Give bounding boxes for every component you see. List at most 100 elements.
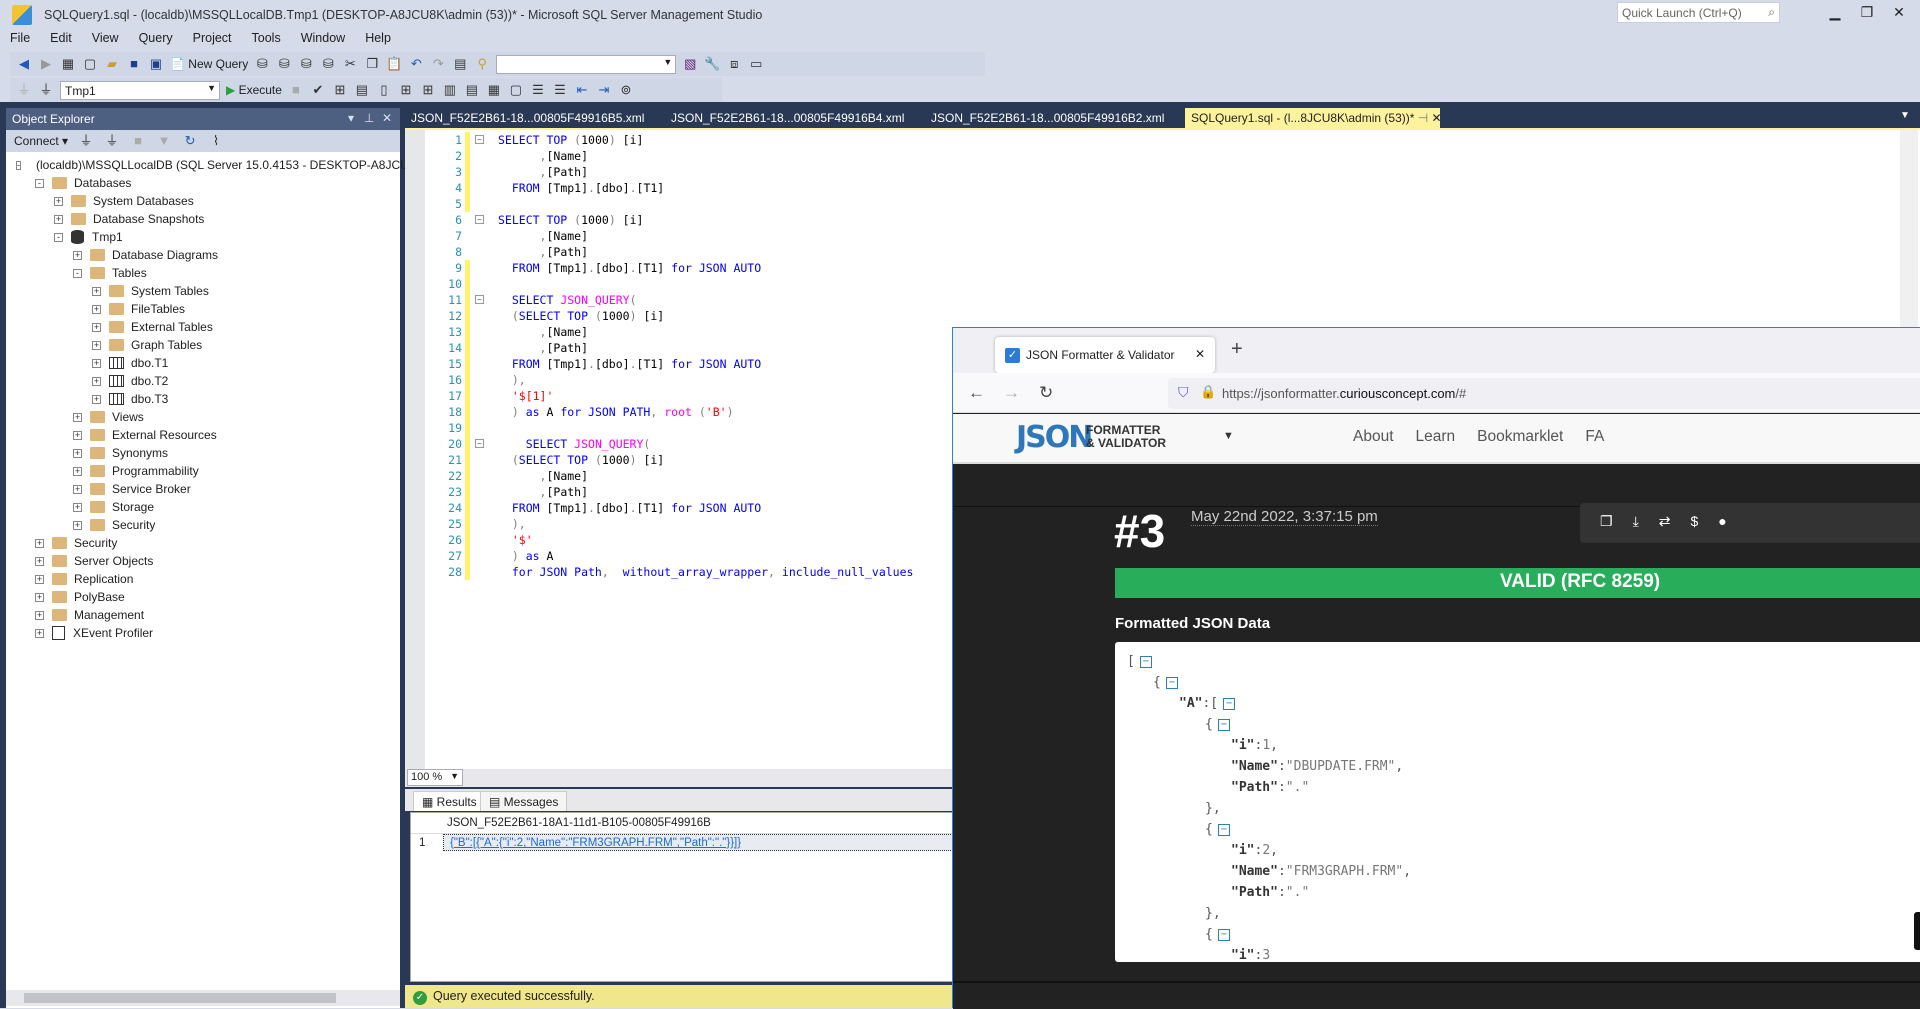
expand-icon[interactable]: + <box>35 574 44 584</box>
tree-item[interactable]: + Programmability <box>6 462 400 480</box>
tree-item[interactable]: + Replication <box>6 570 400 588</box>
tree-item[interactable]: + dbo.T1 <box>6 354 400 372</box>
tree-item[interactable]: + XEvent Profiler <box>6 624 400 642</box>
back-arrow-icon[interactable]: ← <box>968 383 985 403</box>
stop-icon[interactable]: ■ <box>288 82 304 98</box>
collapse-icon[interactable]: − <box>1217 823 1230 836</box>
menu-edit[interactable]: Edit <box>40 31 82 49</box>
tree-item[interactable]: + System Databases <box>6 192 400 210</box>
expand-icon[interactable]: + <box>92 394 101 404</box>
tree-item[interactable]: + External Tables <box>6 318 400 336</box>
refresh-icon[interactable]: ↻ <box>182 133 198 149</box>
close-tab-icon[interactable]: ✕ <box>1195 347 1205 361</box>
collapse-icon[interactable]: − <box>1223 697 1236 710</box>
tree-item[interactable]: + PolyBase <box>6 588 400 606</box>
collapse-icon[interactable]: − <box>475 135 484 144</box>
collapse-icon[interactable]: - <box>35 178 44 188</box>
tree-item[interactable]: - Databases <box>6 174 400 192</box>
tree-item[interactable]: + Storage <box>6 498 400 516</box>
tree-item[interactable]: + dbo.T2 <box>6 372 400 390</box>
database-select[interactable]: Tmp1 ▼ <box>60 80 220 100</box>
stop-icon[interactable]: ■ <box>130 133 146 149</box>
uncomment-icon[interactable]: ☰ <box>552 82 568 98</box>
quick-launch-input[interactable]: Quick Launch (Ctrl+Q) ⌕ <box>1617 2 1780 23</box>
tab-list-dropdown-icon[interactable]: ▼ <box>1900 110 1910 121</box>
xmla-query-icon[interactable]: ⛁ <box>298 56 314 72</box>
tree-item[interactable]: + System Tables <box>6 282 400 300</box>
reload-icon[interactable]: ↻ <box>1039 383 1053 403</box>
tree-item[interactable]: + Security <box>6 534 400 552</box>
menu-help[interactable]: Help <box>355 31 401 49</box>
find-icon[interactable]: ⚲ <box>474 56 490 72</box>
menu-project[interactable]: Project <box>183 31 242 49</box>
results-to-file-icon[interactable]: ▢ <box>508 82 524 98</box>
execute-button[interactable]: ▶ Execute <box>226 83 282 97</box>
close-icon[interactable]: ✕ <box>382 111 392 125</box>
expand-icon[interactable]: + <box>35 556 44 566</box>
disconnect-icon[interactable]: ⏚ <box>104 133 120 149</box>
specify-values-icon[interactable]: ⊚ <box>618 82 634 98</box>
restore-button[interactable]: ❐ <box>1852 4 1882 21</box>
results-to-grid-icon[interactable]: ▦ <box>486 82 502 98</box>
expand-icon[interactable]: + <box>73 250 82 260</box>
tree-item[interactable]: + Service Broker <box>6 480 400 498</box>
zoom-select[interactable]: 100 % ▼ <box>407 769 463 786</box>
nav-bookmarklet[interactable]: Bookmarklet <box>1477 428 1563 446</box>
info-icon[interactable]: ● <box>1718 513 1726 533</box>
filter-icon[interactable]: ▼ <box>156 133 172 149</box>
expand-icon[interactable]: + <box>92 358 101 368</box>
menu-view[interactable]: View <box>82 31 129 49</box>
tab-messages[interactable]: ▤ Messages <box>480 791 568 811</box>
actual-plan-icon[interactable]: ⊞ <box>398 82 414 98</box>
document-tab[interactable]: JSON_F52E2B61-18...00805F49916B2.xml <box>925 108 1185 128</box>
minimize-button[interactable]: ▁ <box>1820 4 1850 21</box>
comment-icon[interactable]: ☰ <box>530 82 546 98</box>
client-stats-icon[interactable]: ▥ <box>442 82 458 98</box>
collapse-icon[interactable]: − <box>1139 655 1152 668</box>
decrease-indent-icon[interactable]: ⇤ <box>574 82 590 98</box>
open-file-icon[interactable]: ▰ <box>104 56 120 72</box>
tree-item[interactable]: + Server Objects <box>6 552 400 570</box>
menu-window[interactable]: Window <box>291 31 355 49</box>
dmx-query-icon[interactable]: ⛁ <box>276 56 292 72</box>
copy-icon[interactable]: ❐ <box>364 56 380 72</box>
connect-plug-icon[interactable]: ⏚ <box>78 133 94 149</box>
expand-icon[interactable]: + <box>54 214 63 224</box>
tree-item[interactable]: + Views <box>6 408 400 426</box>
tree-item[interactable]: - Tables <box>6 264 400 282</box>
document-tab[interactable]: SQLQuery1.sql - (l...8JCU8K\admin (53))*… <box>1185 108 1442 128</box>
parse-icon[interactable]: ✔ <box>310 82 326 98</box>
expand-icon[interactable]: + <box>73 520 82 530</box>
new-project-icon[interactable]: ▦ <box>60 56 76 72</box>
menu-file[interactable]: File <box>0 31 40 49</box>
copy-icon[interactable]: ❐ <box>1600 513 1613 533</box>
mdx-query-icon[interactable]: ⛁ <box>254 56 270 72</box>
new-query-button[interactable]: 📄 New Query <box>170 57 248 71</box>
cut-icon[interactable]: ✂ <box>342 56 358 72</box>
back-icon[interactable]: ◀ <box>16 56 32 72</box>
increase-indent-icon[interactable]: ⇥ <box>596 82 612 98</box>
expand-icon[interactable]: + <box>92 322 101 332</box>
nav-fa[interactable]: FA <box>1585 428 1604 446</box>
menu-tools[interactable]: Tools <box>242 31 291 49</box>
live-stats-icon[interactable]: ⊞ <box>420 82 436 98</box>
expand-icon[interactable]: + <box>35 610 44 620</box>
expand-icon[interactable]: + <box>73 502 82 512</box>
tree-item[interactable]: + Graph Tables <box>6 336 400 354</box>
nav-learn[interactable]: Learn <box>1416 428 1456 446</box>
query-options-icon[interactable]: ▤ <box>354 82 370 98</box>
connect-icon[interactable]: ⏚ <box>16 82 32 98</box>
activity-icon[interactable]: ⌇ <box>208 133 224 149</box>
browser-tab[interactable]: ✓ JSON Formatter & Validator ✕ <box>995 337 1215 373</box>
close-icon[interactable]: ✕ <box>1432 111 1442 125</box>
undo-icon[interactable]: ↶ <box>408 56 424 72</box>
expand-icon[interactable]: + <box>35 628 44 638</box>
collapse-icon[interactable]: − <box>475 215 484 224</box>
save-icon[interactable]: ■ <box>126 56 142 72</box>
forward-icon[interactable]: ▶ <box>38 56 54 72</box>
expand-icon[interactable]: + <box>92 286 101 296</box>
convert-icon[interactable]: ⇄ <box>1659 513 1671 533</box>
tree-item[interactable]: + dbo.T3 <box>6 390 400 408</box>
toolbox-icon[interactable]: ⧈ <box>726 56 742 72</box>
expand-icon[interactable]: + <box>92 376 101 386</box>
